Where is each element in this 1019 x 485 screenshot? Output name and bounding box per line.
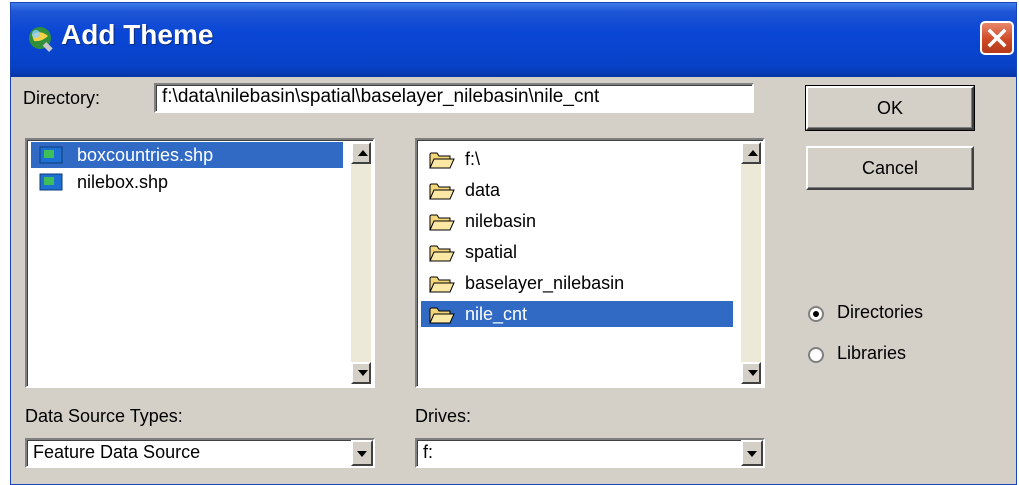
- list-item[interactable]: baselayer_nilebasin: [421, 270, 733, 296]
- drives-value: f:: [423, 442, 434, 462]
- folder-list-scrollbar[interactable]: [741, 142, 761, 384]
- cancel-button[interactable]: Cancel: [806, 146, 974, 190]
- directory-label: Directory:: [23, 88, 101, 108]
- arcview-app-icon: [29, 27, 53, 52]
- data-source-types-select[interactable]: Feature Data Source: [25, 438, 375, 468]
- libraries-radio[interactable]: [808, 347, 824, 363]
- scroll-up-button[interactable]: [351, 142, 371, 164]
- list-item[interactable]: nilebox.shp: [31, 169, 343, 195]
- folder-open-icon: [429, 214, 455, 231]
- folder-list[interactable]: f:\ data nilebasin spatial baselayer_nil…: [415, 138, 765, 388]
- shapefile-icon: [39, 146, 63, 164]
- folder-open-icon: [429, 307, 455, 324]
- dropdown-button[interactable]: [741, 440, 763, 466]
- folder-name: data: [465, 180, 501, 200]
- list-item[interactable]: spatial: [421, 239, 733, 265]
- list-item[interactable]: nilebasin: [421, 208, 733, 234]
- chevron-down-icon: [747, 451, 757, 457]
- arrow-down-icon: [748, 370, 758, 376]
- list-item[interactable]: boxcountries.shp: [31, 142, 343, 168]
- arrow-up-icon: [748, 150, 758, 156]
- ok-button[interactable]: OK: [805, 85, 975, 131]
- folder-open-icon: [429, 183, 455, 200]
- data-source-types-label: Data Source Types:: [25, 406, 183, 426]
- folder-open-icon: [429, 276, 455, 293]
- folder-open-icon: [429, 152, 455, 169]
- folder-name: baselayer_nilebasin: [465, 273, 625, 293]
- arrow-down-icon: [358, 370, 368, 376]
- directory-field[interactable]: f:\data\nilebasin\spatial\baselayer_nile…: [154, 83, 754, 113]
- scroll-down-button[interactable]: [351, 362, 371, 384]
- directories-radio[interactable]: [808, 306, 824, 322]
- arrow-up-icon: [358, 150, 368, 156]
- add-theme-dialog: Add Theme Directory: f:\data\nilebasin\s…: [10, 2, 1017, 485]
- list-item[interactable]: f:\: [421, 146, 733, 172]
- close-icon: [987, 28, 1007, 48]
- dropdown-button[interactable]: [351, 440, 373, 466]
- file-name: boxcountries.shp: [77, 145, 214, 165]
- drives-label: Drives:: [415, 406, 472, 426]
- list-item[interactable]: nile_cnt: [421, 301, 733, 327]
- folder-name: spatial: [465, 242, 518, 262]
- file-name: nilebox.shp: [77, 172, 169, 192]
- scroll-up-button[interactable]: [741, 142, 761, 164]
- close-button[interactable]: [980, 21, 1014, 55]
- chevron-down-icon: [357, 451, 367, 457]
- drives-select[interactable]: f:: [415, 438, 765, 468]
- libraries-label[interactable]: Libraries: [837, 343, 906, 364]
- folder-name: f:\: [465, 149, 481, 169]
- shapefile-icon: [39, 173, 63, 191]
- title-bar[interactable]: Add Theme: [11, 3, 1016, 77]
- scroll-down-button[interactable]: [741, 362, 761, 384]
- list-item[interactable]: data: [421, 177, 733, 203]
- directories-label[interactable]: Directories: [837, 302, 923, 323]
- folder-open-icon: [429, 245, 455, 262]
- file-list[interactable]: boxcountries.shp nilebox.shp: [25, 138, 375, 388]
- folder-name: nile_cnt: [465, 304, 528, 324]
- folder-name: nilebasin: [465, 211, 537, 231]
- file-list-scrollbar[interactable]: [351, 142, 371, 384]
- data-source-types-value: Feature Data Source: [33, 442, 201, 462]
- window-title: Add Theme: [61, 19, 214, 50]
- directory-path: f:\data\nilebasin\spatial\baselayer_nile…: [162, 86, 600, 107]
